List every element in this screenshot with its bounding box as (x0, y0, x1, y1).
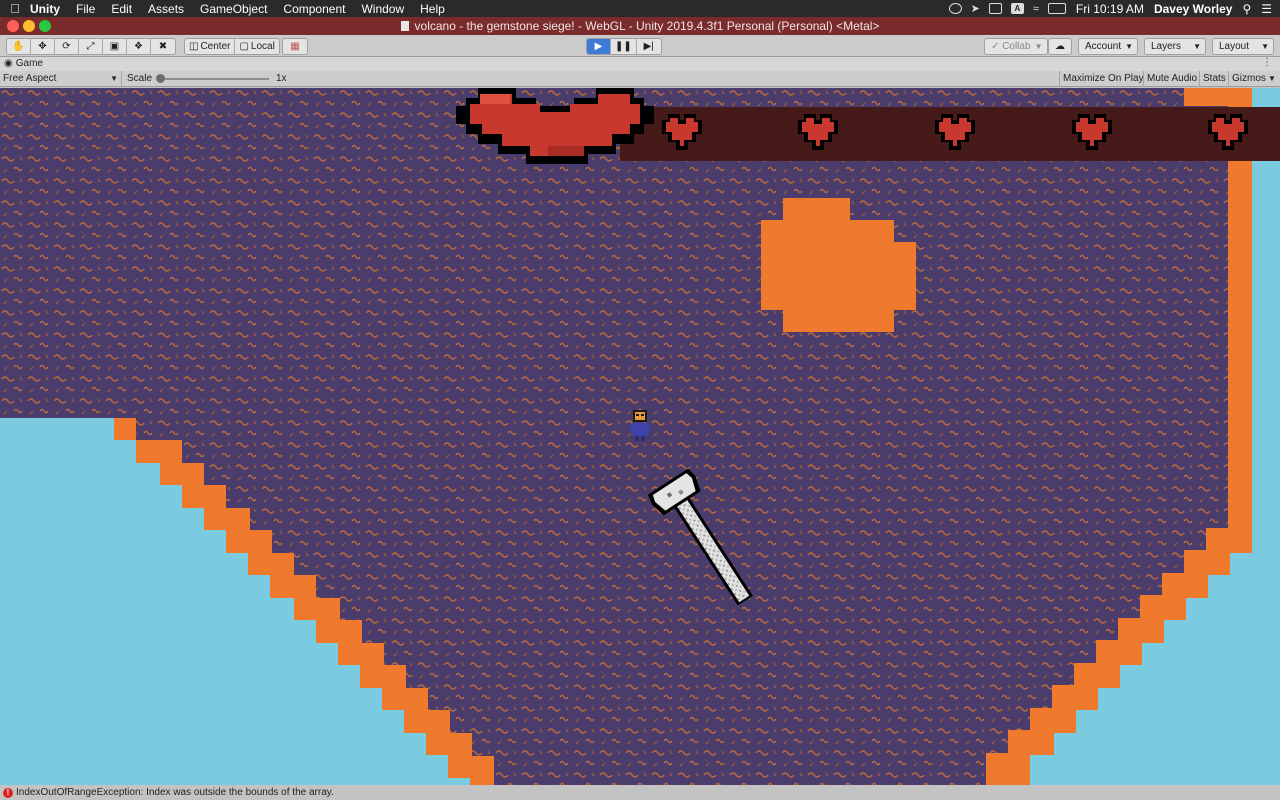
pivot-local-label: Local (250, 41, 275, 52)
mute-audio-toggle[interactable]: Mute Audio (1143, 71, 1200, 87)
chevron-down-icon: ▼ (1261, 42, 1269, 51)
window-titlebar: volcano - the gemstone siege! - WebGL - … (0, 17, 1280, 35)
control-center-icon[interactable]: ☰ (1261, 2, 1272, 16)
rock-plateau (0, 88, 1228, 785)
scale-value: 1x (276, 73, 287, 84)
send-icon[interactable]: ➤ (971, 2, 980, 15)
cloud-icon: ☁ (1055, 41, 1065, 52)
custom-tool-icon[interactable]: ✖ (151, 39, 175, 54)
play-icon[interactable]: ▶ (587, 39, 611, 54)
menubar-status-area: ➤ A ≈ Fri 10:19 AM Davey Worley ⚲ ☰ (948, 0, 1272, 17)
window-minimize-button[interactable] (23, 20, 35, 32)
error-icon: ! (3, 787, 13, 798)
aspect-dropdown[interactable]: Free Aspect ▼ (0, 71, 122, 87)
chevron-down-icon: ▼ (1125, 42, 1133, 51)
menu-component[interactable]: Component (283, 2, 345, 16)
status-message: IndexOutOfRangeException: Index was outs… (16, 787, 334, 798)
aspect-label: Free Aspect (3, 73, 57, 84)
transform-icon[interactable]: ❖ (127, 39, 151, 54)
game-viewport[interactable] (0, 88, 1280, 785)
menu-assets[interactable]: Assets (148, 2, 184, 16)
chevron-down-icon: ▼ (1193, 42, 1201, 51)
game-scene (0, 88, 1280, 785)
menu-file[interactable]: File (76, 2, 95, 16)
layout-label: Layout (1219, 41, 1250, 52)
console-status-bar[interactable]: ! IndexOutOfRangeException: Index was ou… (0, 785, 1280, 800)
scale-slider-thumb[interactable] (156, 74, 165, 83)
menubar-clock[interactable]: Fri 10:19 AM (1076, 2, 1144, 16)
rect-icon[interactable]: ▣ (103, 39, 127, 54)
game-panel-header: ◉ Game ⋮ (0, 57, 1280, 71)
chevron-down-icon: ▼ (1034, 42, 1043, 51)
document-icon (400, 21, 409, 31)
macos-menubar:  Unity File Edit Assets GameObject Comp… (0, 0, 1280, 17)
playmode-controls: ▶ ❚❚ ▶| (586, 38, 662, 55)
pivot-center-button[interactable]: ◫ Center (185, 39, 236, 54)
hand-icon[interactable]: ✋ (7, 39, 31, 54)
pivot-toggles: ◫ Center ▢ Local (184, 38, 280, 55)
panel-options-icon[interactable]: ⋮ (1262, 57, 1272, 68)
lava-notch (1184, 88, 1228, 106)
gizmos-label: Gizmos (1232, 73, 1266, 84)
wifi-icon[interactable]: ≈ (1033, 3, 1039, 15)
window-close-button[interactable] (7, 20, 19, 32)
menu-help[interactable]: Help (420, 2, 445, 16)
pivot-center-label: Center (200, 41, 231, 52)
game-view-controls: Free Aspect ▼ Scale 1x Maximize On Play … (0, 71, 1280, 87)
cube-icon: ▢ (239, 41, 249, 52)
collab-dropdown[interactable]: ✓ Collab ▼ (984, 38, 1048, 55)
pause-icon[interactable]: ❚❚ (611, 39, 637, 54)
menu-window[interactable]: Window (361, 2, 404, 16)
game-controller-icon: ◉ (4, 58, 13, 69)
layers-dropdown[interactable]: Layers ▼ (1144, 38, 1206, 55)
layers-label: Layers (1151, 41, 1182, 52)
scale-slider[interactable] (157, 78, 269, 80)
gizmos-dropdown[interactable]: Gizmos ▼ (1228, 71, 1278, 87)
snap-group: ▦ (282, 38, 308, 55)
apple-logo-icon[interactable]:  (0, 1, 30, 16)
scale-label: Scale (127, 73, 153, 84)
menu-edit[interactable]: Edit (111, 2, 132, 16)
menubar-tray: ➤ A ≈ (948, 2, 1066, 15)
menu-gameobject[interactable]: GameObject (200, 2, 267, 16)
menubar-user[interactable]: Davey Worley (1154, 2, 1233, 16)
unity-toolbar: ✋ ✥ ⟳ ⤢ ▣ ❖ ✖ ◫ Center ▢ Local ▦ ▶ ❚❚ ▶| ✓… (0, 35, 1280, 57)
collab-check-icon: ✓ (991, 41, 1000, 52)
battery-icon[interactable] (1047, 3, 1066, 14)
chevron-down-icon: ▼ (1267, 74, 1276, 83)
pivot-icon: ◫ (189, 41, 199, 52)
move-icon[interactable]: ✥ (31, 39, 55, 54)
layout-dropdown[interactable]: Layout ▼ (1212, 38, 1274, 55)
account-dropdown[interactable]: Account ▼ (1078, 38, 1138, 55)
scale-icon[interactable]: ⤢ (79, 39, 103, 54)
app-menu-unity[interactable]: Unity (30, 2, 60, 16)
creative-cloud-icon[interactable] (948, 3, 962, 14)
pivot-local-button[interactable]: ▢ Local (235, 39, 278, 54)
tab-game-label: Game (15, 58, 43, 69)
airplay-icon[interactable] (988, 3, 1002, 14)
account-label: Account (1085, 41, 1122, 52)
step-icon[interactable]: ▶| (637, 39, 661, 54)
collab-label: Collab (1002, 41, 1031, 52)
rotate-icon[interactable]: ⟳ (55, 39, 79, 54)
tab-game[interactable]: ◉ Game (4, 58, 43, 69)
chevron-down-icon: ▼ (110, 74, 118, 83)
transform-tools: ✋ ✥ ⟳ ⤢ ▣ ❖ ✖ (6, 38, 176, 55)
text-input-icon[interactable]: A (1010, 3, 1024, 14)
grid-snap-icon[interactable]: ▦ (283, 39, 307, 54)
window-title: volcano - the gemstone siege! - WebGL - … (414, 19, 880, 33)
maximize-on-play-toggle[interactable]: Maximize On Play (1059, 71, 1147, 87)
spotlight-search-icon[interactable]: ⚲ (1242, 2, 1251, 16)
stats-toggle[interactable]: Stats (1199, 71, 1229, 87)
cloud-button[interactable]: ☁ (1048, 38, 1072, 55)
window-zoom-button[interactable] (39, 20, 51, 32)
